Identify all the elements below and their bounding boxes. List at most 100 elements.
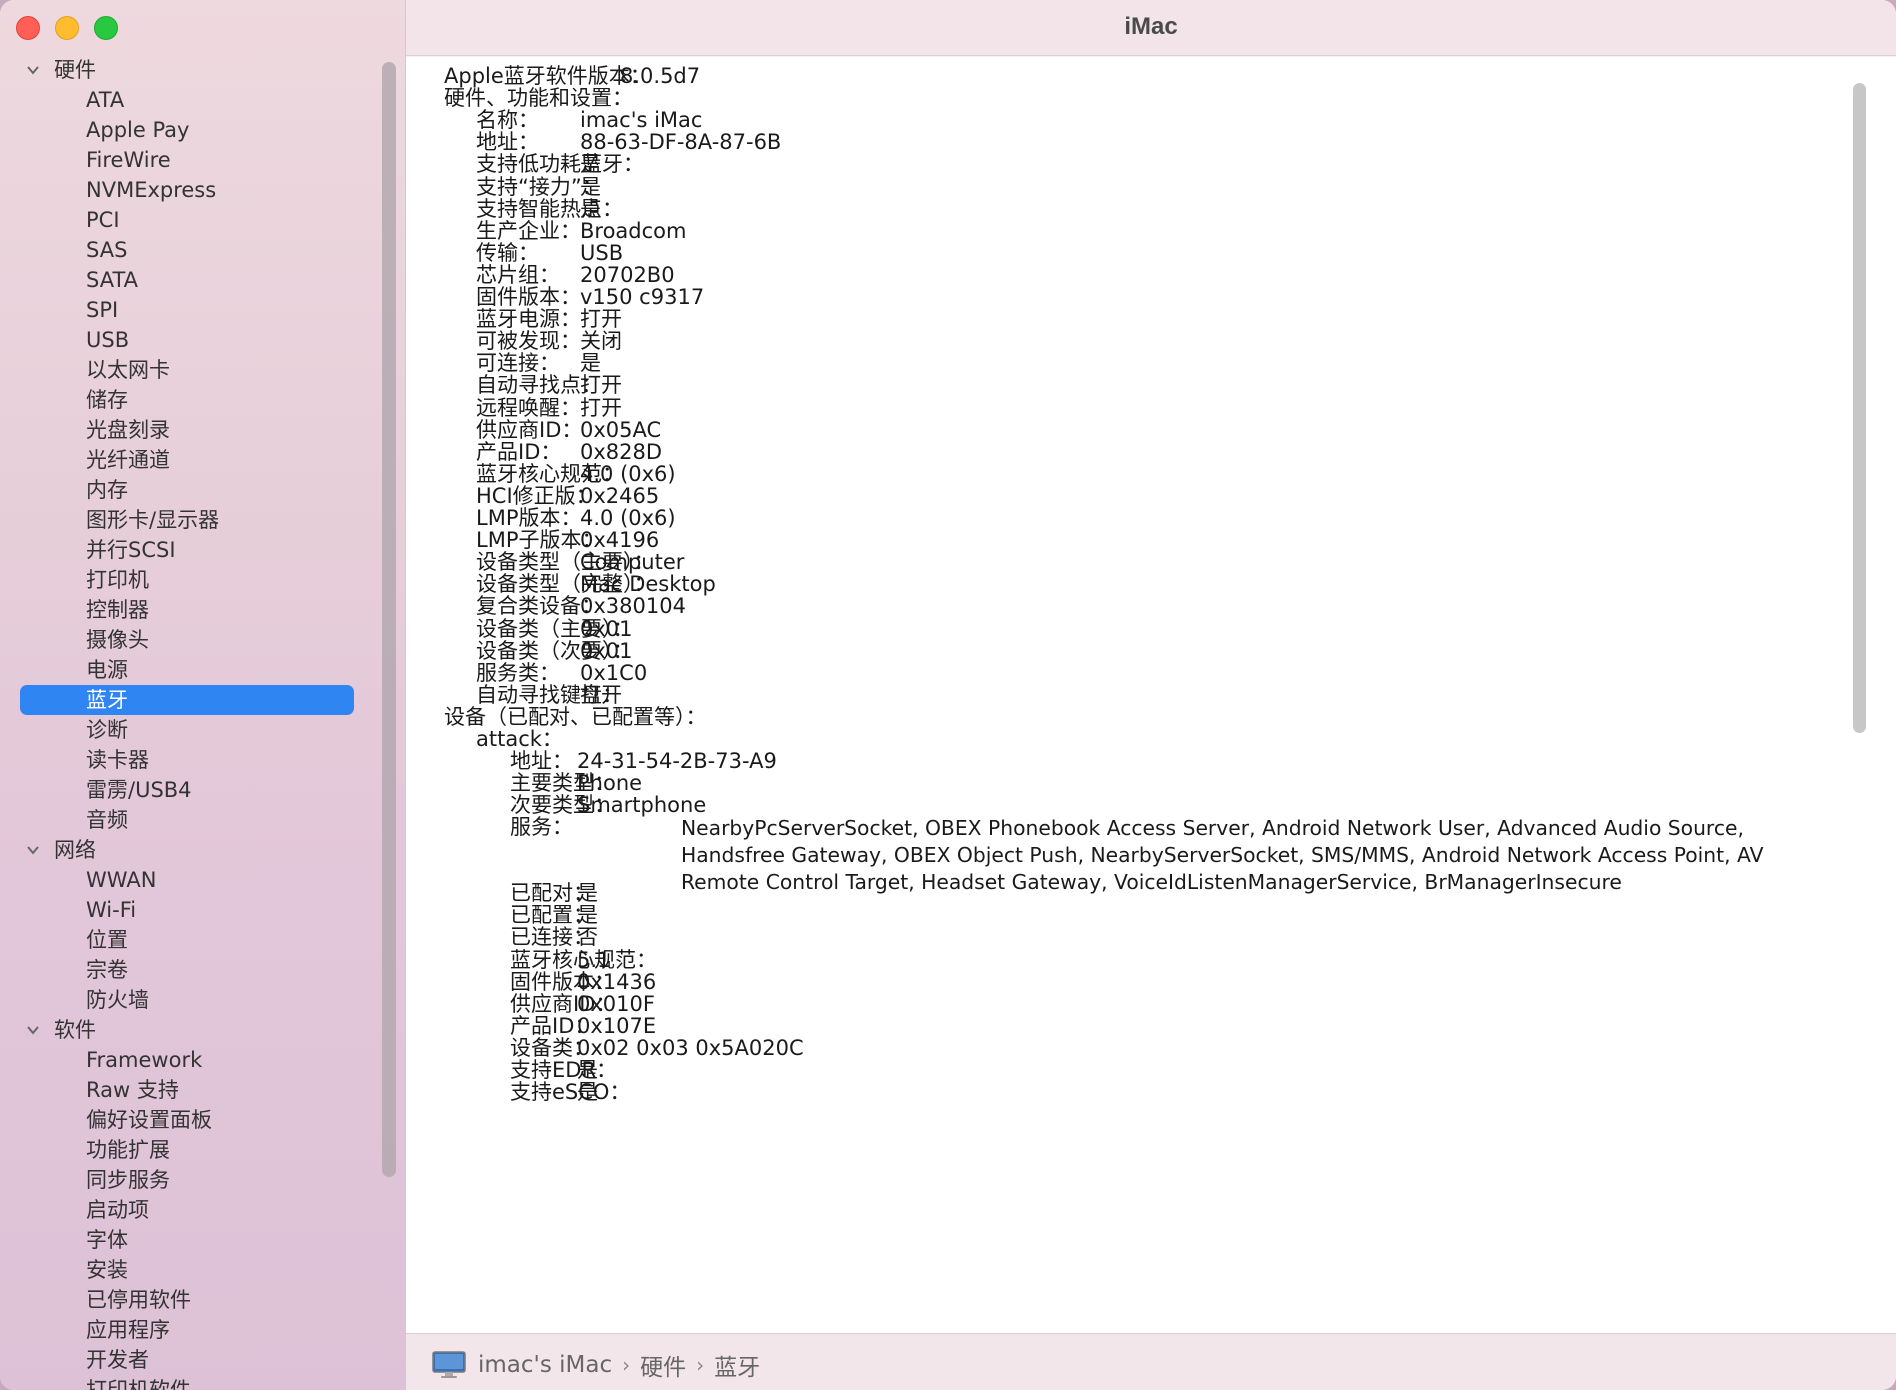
sidebar-item[interactable]: WWAN: [0, 865, 380, 895]
sidebar-item-label: PCI: [86, 208, 120, 232]
sidebar-item[interactable]: Apple Pay: [0, 115, 380, 145]
sidebar-item[interactable]: 应用程序: [0, 1315, 380, 1345]
sidebar-item[interactable]: 启动项: [0, 1195, 380, 1225]
sidebar-item[interactable]: 储存: [0, 385, 380, 415]
sidebar-item-label: SPI: [86, 298, 119, 322]
breadcrumb: imac's iMac › 硬件 › 蓝牙: [432, 1348, 760, 1382]
sidebar-item[interactable]: 位置: [0, 925, 380, 955]
sidebar-item[interactable]: 同步服务: [0, 1165, 380, 1195]
sidebar-item-label: 宗卷: [86, 958, 128, 982]
sidebar-item[interactable]: 读卡器: [0, 745, 380, 775]
sidebar-item[interactable]: SAS: [0, 235, 380, 265]
services-value: NearbyPcServerSocket, OBEX Phonebook Acc…: [681, 816, 1764, 894]
sidebar-item[interactable]: USB: [0, 325, 380, 355]
sidebar-item-label: SAS: [86, 238, 128, 262]
sidebar-item-label: 以太网卡: [86, 358, 170, 382]
status-bar: imac's iMac › 硬件 › 蓝牙: [406, 1333, 1896, 1390]
sidebar-item[interactable]: 字体: [0, 1225, 380, 1255]
sidebar-item-label: 图形卡/显示器: [86, 508, 220, 532]
sidebar-item[interactable]: 摄像头: [0, 625, 380, 655]
sidebar-item[interactable]: 安装: [0, 1255, 380, 1285]
close-button[interactable]: [16, 16, 40, 40]
minimize-button[interactable]: [55, 16, 79, 40]
sidebar-item-label: Wi-Fi: [86, 898, 137, 922]
sidebar-item[interactable]: 音频: [0, 805, 380, 835]
sidebar-item[interactable]: 光盘刻录: [0, 415, 380, 445]
sidebar-group-2[interactable]: 软件: [0, 1015, 380, 1045]
window-title: iMac: [1124, 13, 1178, 40]
zoom-button[interactable]: [94, 16, 118, 40]
sidebar-item-label: NVMExpress: [86, 178, 217, 202]
sidebar-item-label: 位置: [86, 928, 128, 952]
sidebar-item[interactable]: 并行SCSI: [0, 535, 380, 565]
breadcrumb-separator: ›: [696, 1353, 705, 1377]
sidebar-item[interactable]: 内存: [0, 475, 380, 505]
sidebar-item-label: USB: [86, 328, 130, 352]
chevron-down-icon[interactable]: [26, 63, 40, 77]
sidebar-item-label: 已停用软件: [86, 1288, 191, 1312]
sidebar-item-label: 功能扩展: [86, 1138, 170, 1162]
sidebar-group-label: 硬件: [54, 58, 96, 82]
property-key: 支持eSCO：: [510, 1080, 631, 1105]
sidebar-item[interactable]: 打印机: [0, 565, 380, 595]
sidebar-item-label: 光盘刻录: [86, 418, 170, 442]
sidebar-item[interactable]: SPI: [0, 295, 380, 325]
sidebar-item[interactable]: Wi-Fi: [0, 895, 380, 925]
sidebar-item-label: Apple Pay: [86, 118, 190, 142]
sidebar-item[interactable]: NVMExpress: [0, 175, 380, 205]
property-key: 服务：: [510, 815, 573, 840]
sidebar-item-label: 打印机: [86, 568, 149, 592]
sidebar-group-label: 网络: [54, 838, 96, 862]
sidebar-item[interactable]: 宗卷: [0, 955, 380, 985]
window-controls: [16, 16, 118, 40]
sidebar-item-label: 字体: [86, 1228, 128, 1252]
sidebar-group-0[interactable]: 硬件: [0, 55, 380, 85]
sidebar-item[interactable]: 打印机软件: [0, 1375, 380, 1390]
sidebar-item[interactable]: 光纤通道: [0, 445, 380, 475]
sidebar-item[interactable]: 已停用软件: [0, 1285, 380, 1315]
sidebar-item-label: WWAN: [86, 868, 157, 892]
detail-scrollbar[interactable]: [1849, 77, 1871, 1332]
property-value: Smartphone: [577, 793, 707, 818]
sidebar-item-label: FireWire: [86, 148, 171, 172]
sidebar-item-label: 控制器: [86, 598, 149, 622]
title-bar: iMac: [406, 0, 1896, 56]
sidebar-item[interactable]: SATA: [0, 265, 380, 295]
sidebar: 硬件 ATA Apple Pay FireWire NVMExpress PCI SAS SA…: [0, 0, 406, 1390]
detail-scroll-thumb[interactable]: [1853, 83, 1866, 733]
category-tree: 硬件 ATA Apple Pay FireWire NVMExpress PCI SAS SA…: [0, 55, 380, 1390]
sidebar-item[interactable]: ATA: [0, 85, 380, 115]
system-information-window: 硬件 ATA Apple Pay FireWire NVMExpress PCI SAS SA…: [0, 0, 1896, 1390]
sidebar-item[interactable]: 功能扩展: [0, 1135, 380, 1165]
detail-pane: Apple蓝牙软件版本： 8.0.5d7 硬件、功能和设置： 名称： imac's iM…: [406, 57, 1896, 1333]
sidebar-item-label: 摄像头: [86, 628, 149, 652]
sidebar-item[interactable]: 防火墙: [0, 985, 380, 1015]
breadcrumb-item[interactable]: imac's iMac: [478, 1352, 612, 1378]
breadcrumb-item[interactable]: 硬件: [640, 1348, 686, 1382]
sidebar-item-label: ATA: [86, 88, 125, 112]
sidebar-item[interactable]: 开发者: [0, 1345, 380, 1375]
sidebar-item[interactable]: 控制器: [0, 595, 380, 625]
sidebar-item[interactable]: 图形卡/显示器: [0, 505, 380, 535]
sidebar-item[interactable]: 电源: [0, 655, 380, 685]
sidebar-item[interactable]: Raw 支持: [0, 1075, 380, 1105]
sidebar-item-label: 并行SCSI: [86, 538, 176, 562]
chevron-down-icon[interactable]: [26, 1023, 40, 1037]
chevron-down-icon[interactable]: [26, 843, 40, 857]
breadcrumb-item[interactable]: 蓝牙: [714, 1348, 760, 1382]
sidebar-scroll-thumb[interactable]: [382, 62, 396, 1177]
property-value: 是: [577, 1080, 598, 1105]
sidebar-item-label: 电源: [86, 658, 128, 682]
sidebar-item[interactable]: FireWire: [0, 145, 380, 175]
sidebar-item[interactable]: 偏好设置面板: [0, 1105, 380, 1135]
sidebar-group-1[interactable]: 网络: [0, 835, 380, 865]
sidebar-item[interactable]: 以太网卡: [0, 355, 380, 385]
sidebar-item-label: Raw 支持: [86, 1078, 179, 1102]
sidebar-item[interactable]: 雷雳/USB4: [0, 775, 380, 805]
sidebar-item[interactable]: Framework: [0, 1045, 380, 1075]
sidebar-item[interactable]: 诊断: [0, 715, 380, 745]
sidebar-item-label: 储存: [86, 388, 128, 412]
sidebar-item[interactable]: PCI: [0, 205, 380, 235]
sidebar-item-label: 光纤通道: [86, 448, 170, 472]
sidebar-item[interactable]: 蓝牙: [20, 685, 354, 715]
